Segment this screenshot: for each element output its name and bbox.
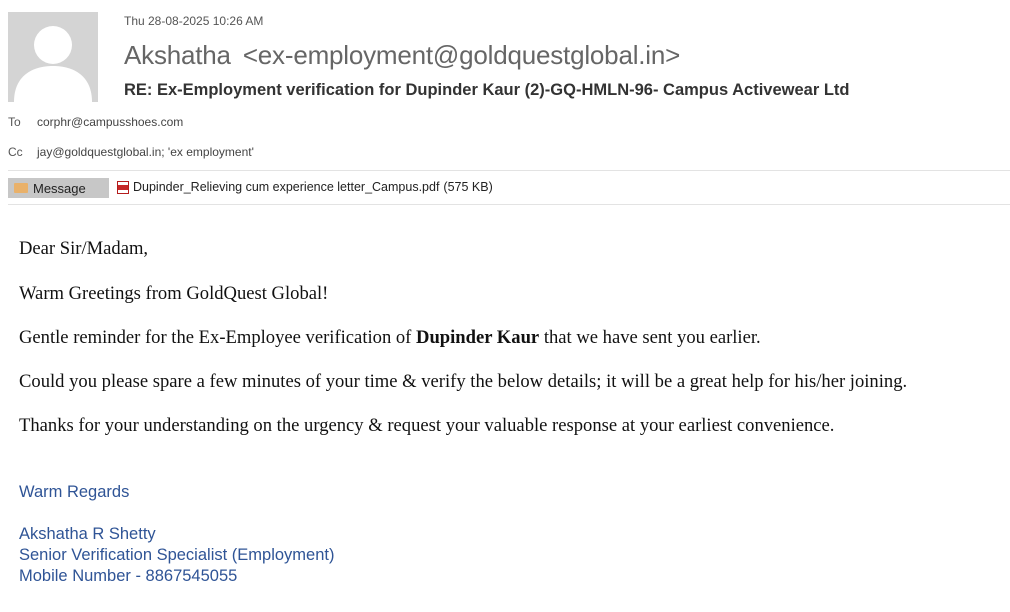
- to-recipients[interactable]: corphr@campusshoes.com: [37, 115, 183, 129]
- signature-title: Senior Verification Specialist (Employme…: [19, 546, 335, 564]
- email-subject: RE: Ex-Employment verification for Dupin…: [124, 81, 850, 99]
- cc-label: Cc: [8, 145, 23, 159]
- signature-closing: Warm Regards: [19, 483, 130, 501]
- to-row: To corphr@campusshoes.com: [8, 115, 183, 129]
- body-paragraph-2-start: Gentle reminder for the Ex-Employee veri…: [19, 327, 417, 348]
- sender-name: Akshatha: [124, 40, 231, 70]
- to-label: To: [8, 115, 21, 129]
- sender-address: <ex-employment@goldquestglobal.in>: [242, 40, 681, 70]
- signature-name: Akshatha R Shetty: [19, 525, 156, 543]
- attachment-filename: Dupinder_Relieving cum experience letter…: [133, 180, 440, 194]
- pdf-icon: [117, 180, 129, 194]
- body-paragraph-1: Warm Greetings from GoldQuest Global!: [19, 283, 329, 304]
- sent-date: Thu 28-08-2025 10:26 AM: [124, 14, 264, 28]
- cc-row: Cc jay@goldquestglobal.in; 'ex employment…: [8, 145, 254, 159]
- attachment-item[interactable]: Dupinder_Relieving cum experience letter…: [117, 180, 493, 194]
- body-paragraph-4: Thanks for your understanding on the urg…: [19, 415, 835, 436]
- body-paragraph-3: Could you please spare a few minutes of …: [19, 371, 908, 392]
- body-paragraph-2-end: that we have sent you earlier.: [539, 327, 761, 348]
- message-tab-label: Message: [33, 180, 86, 196]
- sender-line[interactable]: Akshatha <ex-employment@goldquestglobal.i…: [124, 40, 680, 71]
- cc-recipients[interactable]: jay@goldquestglobal.in; 'ex employment': [37, 145, 254, 159]
- body-paragraph-2: Gentle reminder for the Ex-Employee veri…: [19, 327, 761, 349]
- attachment-size: (575 KB): [443, 180, 493, 194]
- signature-mobile: Mobile Number - 8867545055: [19, 567, 238, 585]
- envelope-icon: [14, 183, 28, 193]
- header-divider: [8, 170, 1010, 171]
- sender-avatar: [8, 12, 98, 102]
- attachment-divider: [8, 204, 1010, 205]
- message-tab[interactable]: Message: [8, 178, 109, 198]
- employee-name: Dupinder Kaur: [416, 327, 540, 348]
- person-silhouette-icon: [8, 12, 98, 102]
- greeting: Dear Sir/Madam,: [19, 238, 149, 259]
